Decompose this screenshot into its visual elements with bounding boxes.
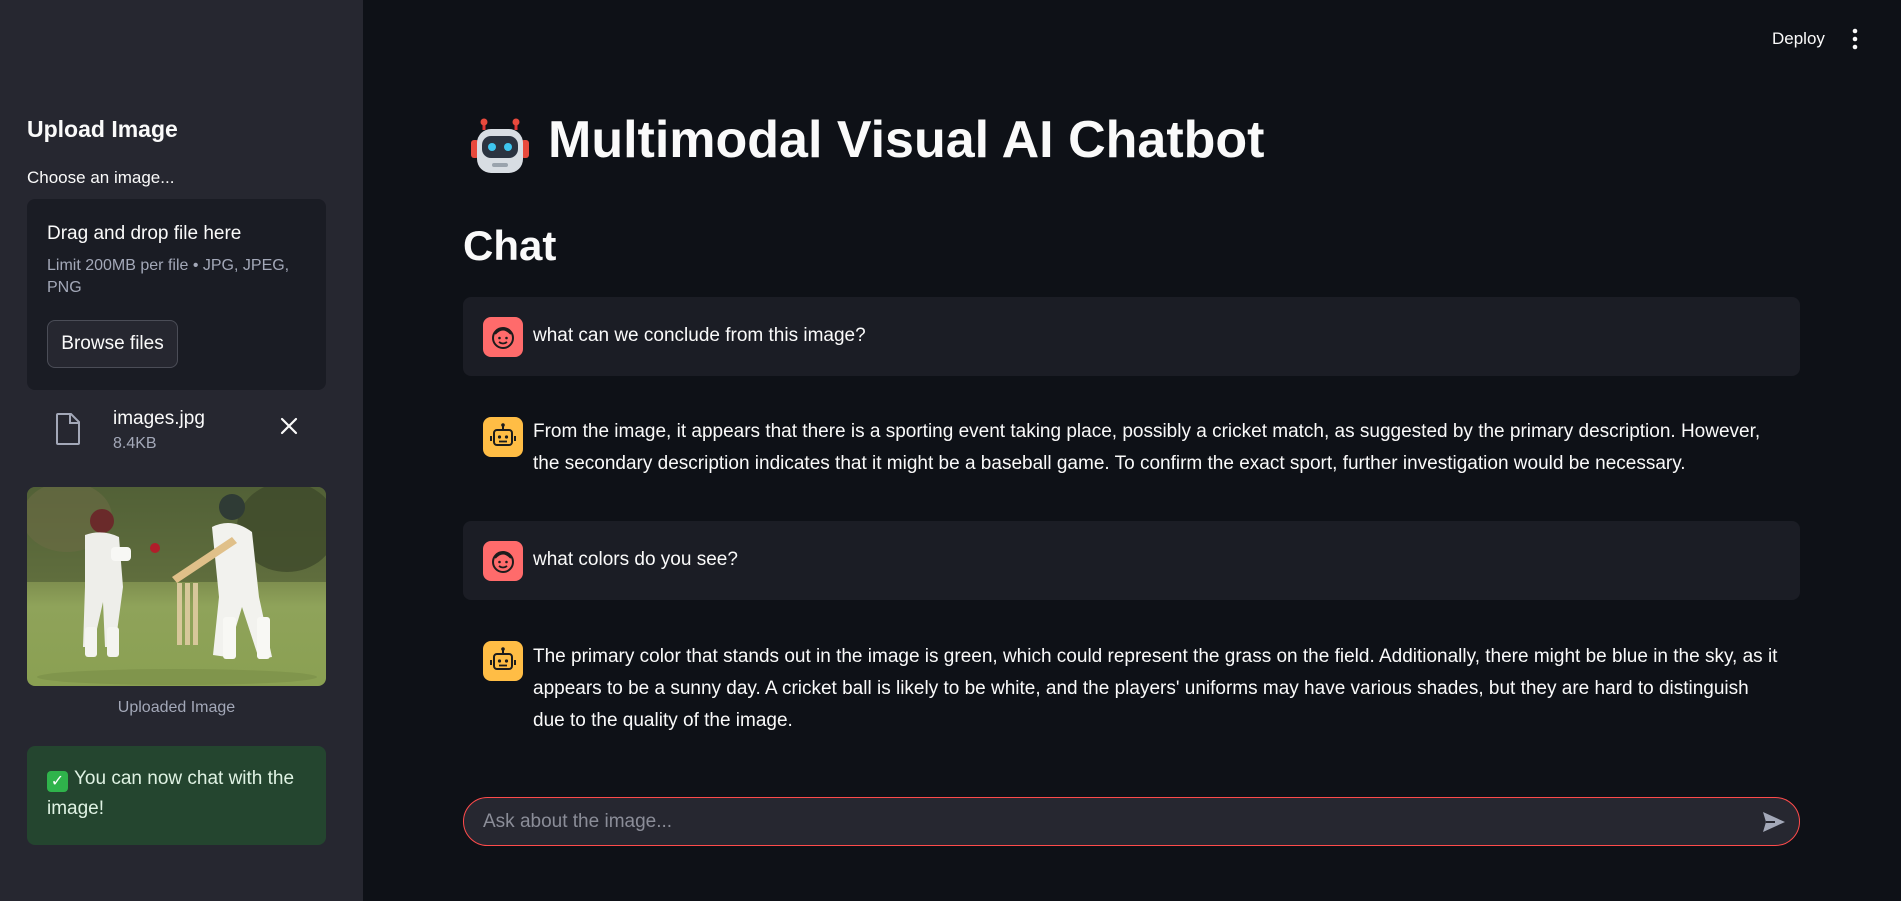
chat-heading: Chat xyxy=(463,222,557,269)
dropzone-title: Drag and drop file here xyxy=(47,223,242,244)
smiley-face-icon xyxy=(483,541,523,581)
deploy-button[interactable]: Deploy xyxy=(1772,29,1825,49)
message-text: what can we conclude from this image? xyxy=(533,325,866,346)
close-icon[interactable] xyxy=(280,417,298,435)
uploaded-image xyxy=(27,487,326,686)
success-alert: ✓ You can now chat with the image! xyxy=(27,746,326,845)
uploader-label: Choose an image... xyxy=(27,168,175,187)
uploaded-file-row: images.jpg 8.4KB xyxy=(27,400,326,460)
file-dropzone[interactable]: Drag and drop file here Limit 200MB per … xyxy=(27,199,326,390)
chat-input[interactable] xyxy=(483,798,1743,845)
robot-face-icon xyxy=(483,417,523,457)
chat-message-assistant: The primary color that stands out in the… xyxy=(463,625,1800,755)
chat-input-bar xyxy=(463,797,1800,846)
page-title: Multimodal Visual AI Chatbot xyxy=(548,111,1265,169)
sidebar: Upload Image Choose an image... Drag and… xyxy=(0,0,363,901)
chat-message-user: what colors do you see? xyxy=(463,521,1800,600)
file-icon xyxy=(56,413,80,445)
chat-message-user: what can we conclude from this image? xyxy=(463,297,1800,376)
check-icon: ✓ xyxy=(47,771,68,792)
send-icon[interactable] xyxy=(1761,810,1787,834)
sidebar-title: Upload Image xyxy=(27,116,178,142)
robot-face-icon xyxy=(483,641,523,681)
vertical-dots-icon[interactable] xyxy=(1852,28,1858,50)
smiley-face-icon xyxy=(483,317,523,357)
message-text: what colors do you see? xyxy=(533,549,738,570)
dropzone-limit: Limit 200MB per file • JPG, JPEG, PNG xyxy=(47,257,290,296)
browse-files-button[interactable]: Browse files xyxy=(47,320,178,368)
success-text: You can now chat with the image! xyxy=(47,768,295,819)
message-text: The primary color that stands out in the… xyxy=(533,646,1778,731)
robot-icon xyxy=(471,118,529,173)
message-text: From the image, it appears that there is… xyxy=(533,421,1761,474)
file-size: 8.4KB xyxy=(113,435,157,452)
scrollbar[interactable] xyxy=(1895,0,1901,901)
chat-message-assistant: From the image, it appears that there is… xyxy=(463,400,1800,500)
cricket-photo xyxy=(27,487,326,686)
file-name: images.jpg xyxy=(113,408,205,429)
image-caption: Uploaded Image xyxy=(117,699,236,716)
